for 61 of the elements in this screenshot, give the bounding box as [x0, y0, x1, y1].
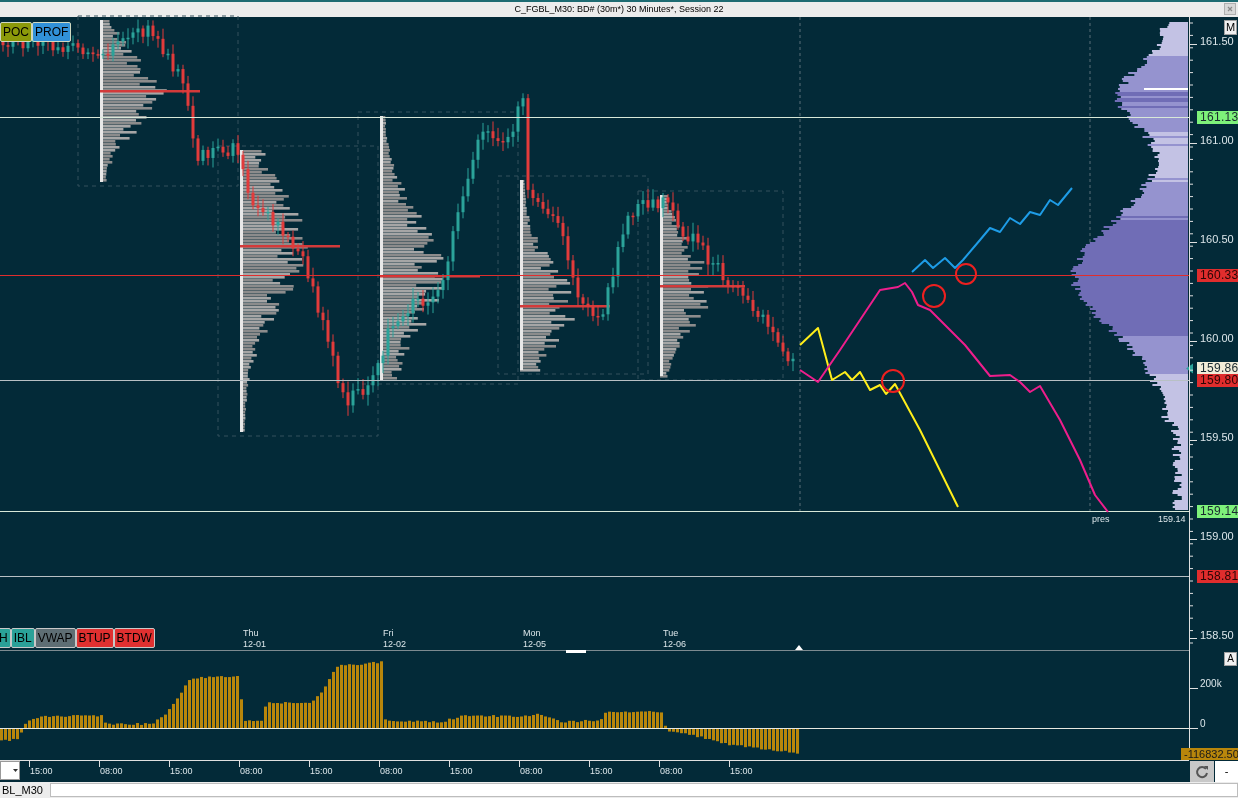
axis-label: 159.00 — [1200, 529, 1234, 542]
chart-tab[interactable]: BL_M30 — [0, 781, 50, 798]
time-label: 15:00 — [310, 766, 333, 777]
time-label: 08:00 — [380, 766, 403, 777]
price-label: 160.33 — [1197, 268, 1238, 282]
day-label: Thu — [243, 628, 260, 639]
dropdown[interactable] — [0, 761, 20, 780]
refresh-button[interactable] — [1190, 761, 1214, 782]
price-label: 158.81 — [1197, 569, 1238, 583]
indicator-button[interactable]: VWAP — [34, 628, 76, 648]
time-label: 15:00 — [730, 766, 753, 777]
time-label: 15:00 — [590, 766, 613, 777]
scale-button[interactable]: M — [1224, 20, 1237, 35]
axis-label: 0 — [1200, 718, 1206, 730]
date-label: 12-05 — [523, 639, 547, 650]
date-label: 12-01 — [243, 639, 267, 650]
date-label: 12-06 — [663, 639, 687, 650]
day-label: Mon — [523, 628, 542, 639]
axis-label: 160.50 — [1200, 232, 1234, 245]
indicator-button[interactable]: IBL — [10, 628, 35, 648]
input-field[interactable] — [50, 783, 1238, 797]
scale-button[interactable]: A — [1224, 652, 1237, 666]
day-label: Tue — [663, 628, 680, 639]
axis-label: 160.00 — [1200, 331, 1234, 344]
price-marker-icon — [1186, 363, 1193, 374]
time-label: 08:00 — [240, 766, 263, 777]
time-label: 15:00 — [450, 766, 473, 777]
profile-button[interactable]: POC — [0, 22, 32, 42]
time-label: 15:00 — [170, 766, 193, 777]
day-label: Fri — [383, 628, 395, 639]
time-label: 08:00 — [660, 766, 683, 777]
step-box[interactable]: - — [1215, 761, 1238, 782]
circle-marker — [922, 284, 946, 308]
range-label: pres — [1092, 513, 1110, 526]
date-label: 12-02 — [383, 639, 407, 650]
circle-marker — [881, 369, 905, 393]
axis-label: 158.50 — [1200, 628, 1234, 641]
dropdown-arrow-icon — [13, 769, 18, 772]
profile-button[interactable]: PROF — [32, 22, 72, 42]
window-title: C_FGBL_M30: BD# (30m*) 30 Minutes*, Session 22 — [514, 5, 724, 14]
triangle-icon — [795, 645, 803, 650]
close-icon[interactable] — [1224, 3, 1236, 15]
indicator-button[interactable]: BTUP — [75, 628, 114, 648]
time-label: 08:00 — [520, 766, 543, 777]
time-label: 15:00 — [30, 766, 53, 777]
circle-marker — [955, 263, 977, 285]
axis-label: 200k — [1200, 678, 1222, 690]
price-label: 161.13 — [1197, 110, 1238, 124]
axis-label: 159.50 — [1200, 430, 1234, 443]
time-label: 08:00 — [100, 766, 123, 777]
range-value: 159.14 — [1158, 513, 1186, 526]
refresh-icon — [1195, 764, 1209, 779]
axis-label: 161.00 — [1200, 133, 1234, 146]
indicator-button[interactable]: BTDW — [113, 628, 155, 648]
axis-tick — [1188, 688, 1199, 689]
scroll-handle[interactable] — [566, 650, 586, 653]
price-label: 159.86 — [1197, 361, 1238, 375]
axis-label: 161.50 — [1200, 34, 1234, 47]
price-label: 159.14 — [1197, 504, 1238, 518]
indicator-button[interactable]: H — [0, 628, 11, 648]
value-label: -116832.50 — [1181, 748, 1238, 760]
